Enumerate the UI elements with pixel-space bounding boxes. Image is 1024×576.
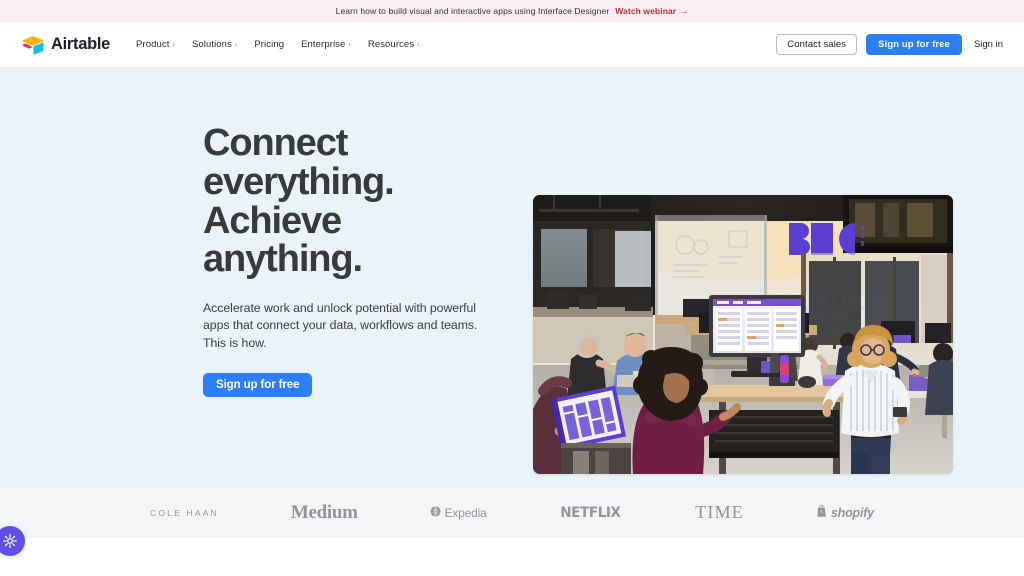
logo-cole-haan: COLE HAAN	[150, 508, 219, 518]
expedia-globe-icon	[430, 504, 441, 522]
brand-home-link[interactable]: Airtable	[22, 35, 110, 55]
logo-time: TIME	[695, 502, 744, 523]
nav-item-product[interactable]: Product ›	[136, 35, 175, 54]
logo-expedia-label: Expedia	[444, 505, 487, 520]
contact-sales-button[interactable]: Contact sales	[776, 34, 858, 55]
hero-title: Connect everything. Achieve anything.	[203, 124, 523, 279]
nav-item-solutions[interactable]: Solutions ›	[192, 35, 237, 54]
svg-text:S: S	[820, 510, 823, 515]
nav-item-resources[interactable]: Resources ›	[368, 35, 420, 54]
logo-expedia: Expedia	[430, 504, 487, 522]
accessibility-sun-icon	[2, 533, 18, 549]
hero-title-line-1: Connect	[203, 122, 348, 164]
signin-link[interactable]: Sign in	[971, 35, 1006, 54]
page-root: Learn how to build visual and interactiv…	[0, 0, 1024, 576]
chevron-right-icon: ›	[172, 41, 175, 49]
nav-item-solutions-label: Solutions	[191, 39, 232, 50]
hero-signup-button[interactable]: Sign up for free	[203, 373, 313, 398]
announcement-banner: Learn how to build visual and interactiv…	[0, 0, 1024, 22]
arrow-right-icon: →	[679, 5, 689, 16]
nav-item-enterprise[interactable]: Enterprise ›	[301, 35, 351, 54]
logo-shopify-label: shopify	[830, 505, 874, 520]
nav-links: Product › Solutions › Pricing Enterprise…	[136, 35, 420, 54]
hero-title-line-2: everything.	[203, 160, 395, 203]
nav-item-pricing-label: Pricing	[254, 39, 285, 50]
customer-logo-strip: COLE HAAN Medium Expedia NETFLIX TIME S …	[0, 487, 1024, 538]
nav-item-resources-label: Resources	[367, 39, 415, 50]
logo-medium-label: Medium	[290, 501, 358, 523]
logo-time-label: TIME	[695, 502, 744, 522]
logo-cole-haan-label: COLE HAAN	[150, 507, 219, 518]
logo-netflix: NETFLIX	[558, 505, 623, 521]
airtable-logo-icon	[22, 35, 44, 55]
hero-title-line-4: anything.	[203, 238, 363, 281]
chevron-right-icon: ›	[234, 41, 238, 49]
hero-copy: Connect everything. Achieve anything. Ac…	[203, 124, 523, 398]
chevron-right-icon: ›	[348, 41, 351, 49]
hero-title-line-3: Achieve	[203, 199, 342, 242]
hero-section: Connect everything. Achieve anything. Ac…	[0, 67, 1024, 487]
chevron-right-icon: ›	[417, 41, 420, 49]
logo-medium: Medium	[291, 502, 358, 524]
nav-actions: Contact sales Sign up for free Sign in	[776, 34, 1006, 55]
watch-webinar-link[interactable]: Watch webinar →	[615, 6, 688, 16]
nav-item-enterprise-label: Enterprise	[301, 39, 346, 50]
hero-inner: Connect everything. Achieve anything. Ac…	[0, 67, 1024, 487]
nav-item-pricing[interactable]: Pricing	[254, 35, 284, 54]
nav-item-product-label: Product	[136, 39, 170, 50]
main-navbar: Airtable Product › Solutions › Pricing E…	[0, 22, 1024, 67]
brand-name: Airtable	[51, 35, 111, 53]
signup-button[interactable]: Sign up for free	[866, 34, 962, 55]
watch-webinar-label: Watch webinar	[615, 6, 677, 16]
announcement-text: Learn how to build visual and interactiv…	[335, 6, 610, 16]
shopify-bag-icon: S	[816, 504, 827, 522]
hero-subtitle: Accelerate work and unlock potential wit…	[203, 301, 478, 350]
logo-shopify: S shopify	[816, 504, 874, 522]
hero-photo	[533, 195, 953, 474]
customer-logo-list: COLE HAAN Medium Expedia NETFLIX TIME S …	[132, 502, 892, 524]
logo-netflix-label: NETFLIX	[560, 504, 622, 521]
footer-whitespace	[0, 538, 1024, 576]
